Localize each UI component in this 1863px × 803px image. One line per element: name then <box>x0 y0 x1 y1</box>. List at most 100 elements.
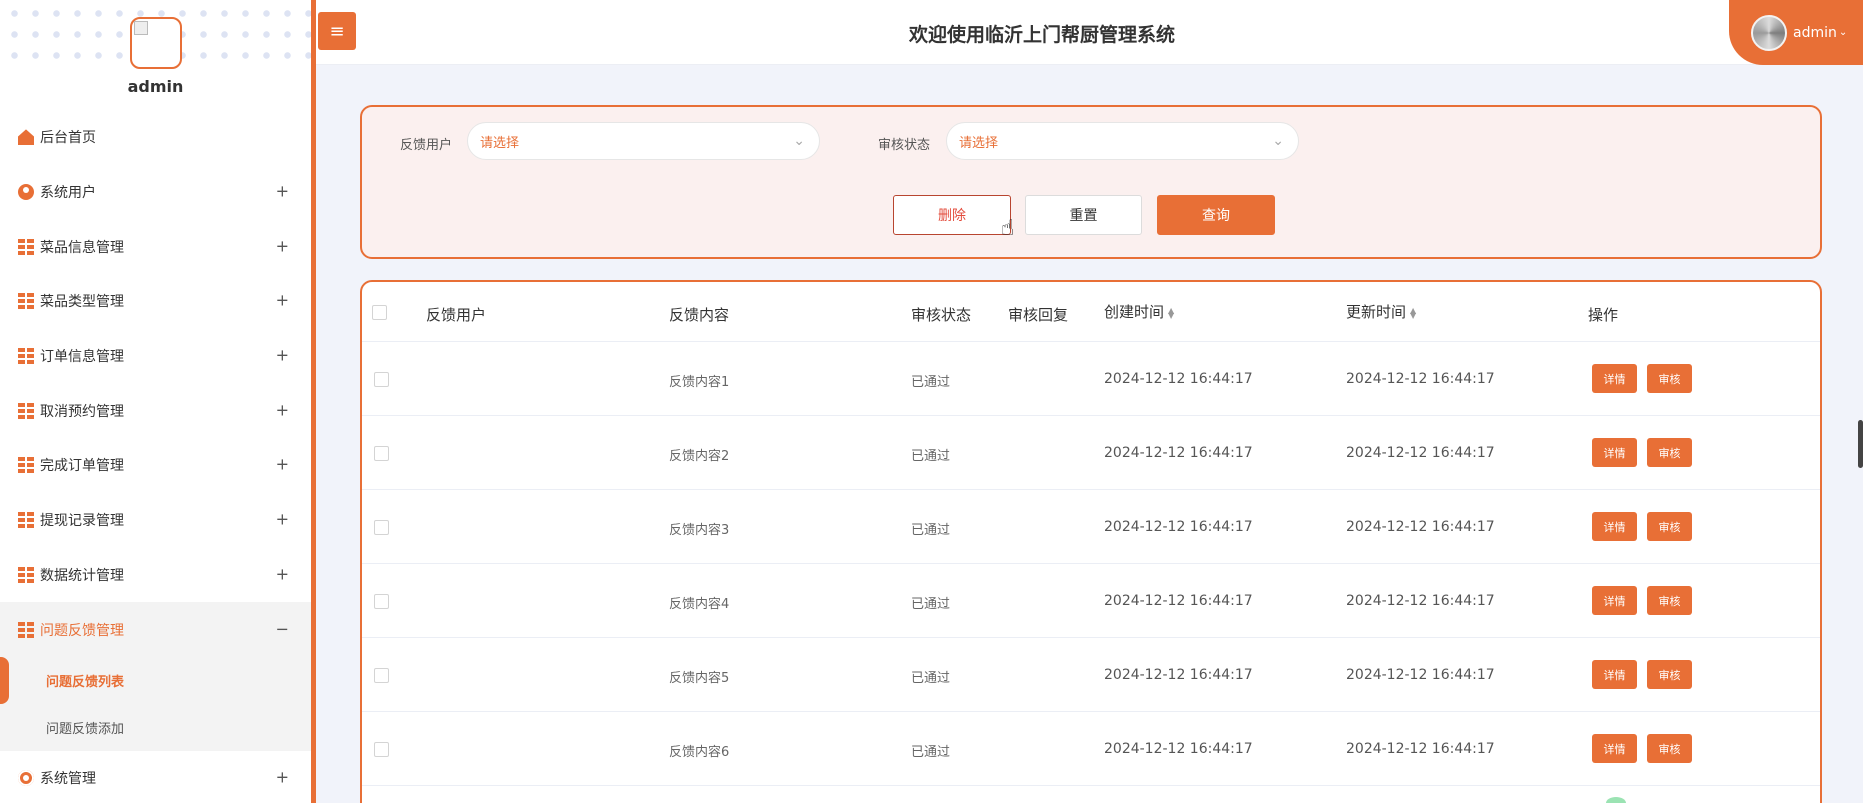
sidebar-submenu-feedback: 问题反馈列表 问题反馈添加 <box>0 656 311 751</box>
sidebar-item-label: 提现记录管理 <box>40 513 124 530</box>
table-row: 反馈内容3 已通过 2024-12-12 16:44:17 2024-12-12… <box>362 490 1820 564</box>
sort-icon[interactable]: ▲ ▼ <box>1410 306 1416 319</box>
table-row: 反馈内容2 已通过 2024-12-12 16:44:17 2024-12-12… <box>362 416 1820 490</box>
grid-icon <box>18 402 34 419</box>
expand-plus-icon[interactable]: + <box>276 510 289 529</box>
grid-icon <box>18 238 34 255</box>
page-scrollbar[interactable] <box>1858 420 1863 468</box>
delete-button[interactable]: 删除 <box>893 195 1011 235</box>
search-panel: 反馈用户 请选择 ⌄ 审核状态 请选择 ⌄ 删除 重置 查询 <box>360 105 1822 259</box>
cell-content: 反馈内容1 <box>669 375 730 390</box>
chevron-down-icon: ⌄ <box>793 133 805 149</box>
detail-button[interactable]: 详情 <box>1592 438 1637 467</box>
sidebar-item-completed-orders[interactable]: 完成订单管理 + <box>0 438 311 493</box>
detail-button[interactable]: 详情 <box>1592 734 1637 763</box>
feedback-user-label: 反馈用户 <box>400 138 453 153</box>
audit-button[interactable]: 审核 <box>1647 660 1692 689</box>
row-checkbox[interactable] <box>374 520 389 535</box>
cell-status: 已通过 <box>911 375 951 390</box>
cell-updated: 2024-12-12 16:44:17 <box>1346 371 1495 387</box>
sidebar-subitem-feedback-list[interactable]: 问题反馈列表 <box>0 656 311 704</box>
sort-icon[interactable]: ▲ ▼ <box>1168 306 1174 319</box>
sidebar-item-statistics[interactable]: 数据统计管理 + <box>0 548 311 603</box>
sidebar-item-label: 问题反馈管理 <box>40 622 124 639</box>
sidebar-username: admin <box>127 77 184 96</box>
select-all-checkbox[interactable] <box>372 305 387 320</box>
sidebar-item-system-admin[interactable]: 系统管理 + <box>0 751 311 803</box>
row-checkbox[interactable] <box>374 372 389 387</box>
column-header-user: 反馈用户 <box>426 306 487 324</box>
collapse-minus-icon[interactable]: − <box>276 619 289 638</box>
expand-plus-icon[interactable]: + <box>276 236 289 255</box>
expand-plus-icon[interactable]: + <box>276 768 289 787</box>
user-menu[interactable]: admin ⌄ <box>1729 0 1863 65</box>
audit-button[interactable]: 审核 <box>1647 586 1692 615</box>
avatar <box>1751 14 1787 51</box>
expand-plus-icon[interactable]: + <box>276 182 289 201</box>
cell-content: 反馈内容6 <box>669 745 730 760</box>
reset-button[interactable]: 重置 <box>1025 195 1142 235</box>
sidebar-item-feedback[interactable]: 问题反馈管理 − <box>0 602 311 657</box>
grid-icon <box>18 512 34 529</box>
audit-status-select[interactable]: 请选择 ⌄ <box>946 122 1299 160</box>
column-header-updated-label: 更新时间 <box>1346 303 1407 321</box>
sidebar-item-label: 系统管理 <box>40 771 96 788</box>
sidebar-item-dish-info[interactable]: 菜品信息管理 + <box>0 219 311 274</box>
feedback-user-select[interactable]: 请选择 ⌄ <box>467 122 820 160</box>
cell-updated: 2024-12-12 16:44:17 <box>1346 667 1495 683</box>
column-header-reply: 审核回复 <box>1008 306 1069 324</box>
audit-button[interactable]: 审核 <box>1647 512 1692 541</box>
expand-plus-icon[interactable]: + <box>276 455 289 474</box>
cell-status: 已通过 <box>911 523 951 538</box>
grid-icon <box>18 566 34 583</box>
sidebar-item-label: 数据统计管理 <box>40 567 124 584</box>
sidebar-item-label: 菜品类型管理 <box>40 294 124 311</box>
expand-plus-icon[interactable]: + <box>276 346 289 365</box>
query-button[interactable]: 查询 <box>1157 195 1275 235</box>
audit-status-placeholder: 请选择 <box>959 135 999 151</box>
sidebar-item-withdrawals[interactable]: 提现记录管理 + <box>0 493 311 548</box>
broken-image-icon <box>134 21 148 35</box>
sidebar-item-dish-type[interactable]: 菜品类型管理 + <box>0 274 311 329</box>
column-header-status: 审核状态 <box>911 306 972 324</box>
detail-button[interactable]: 详情 <box>1592 660 1637 689</box>
grid-icon <box>18 293 34 310</box>
sidebar-item-home[interactable]: 后台首页 <box>0 110 311 165</box>
row-checkbox[interactable] <box>374 594 389 609</box>
sidebar-item-order-info[interactable]: 订单信息管理 + <box>0 329 311 384</box>
cell-created: 2024-12-12 16:44:17 <box>1104 445 1253 461</box>
cell-content: 反馈内容2 <box>669 449 730 464</box>
sidebar-item-label: 完成订单管理 <box>40 458 124 475</box>
page-title: 欢迎使用临沂上门帮厨管理系统 <box>908 24 1175 46</box>
sidebar-item-cancel-booking[interactable]: 取消预约管理 + <box>0 383 311 438</box>
expand-plus-icon[interactable]: + <box>276 564 289 583</box>
sidebar-subitem-feedback-add[interactable]: 问题反馈添加 <box>0 704 311 751</box>
expand-plus-icon[interactable]: + <box>276 291 289 310</box>
column-header-content: 反馈内容 <box>669 306 730 324</box>
top-header: ≡ 欢迎使用临沂上门帮厨管理系统 admin ⌄ <box>316 0 1863 65</box>
green-status-icon <box>1606 797 1626 803</box>
expand-plus-icon[interactable]: + <box>276 400 289 419</box>
detail-button[interactable]: 详情 <box>1592 364 1637 393</box>
detail-button[interactable]: 详情 <box>1592 512 1637 541</box>
gear-icon <box>18 770 34 787</box>
audit-button[interactable]: 审核 <box>1647 364 1692 393</box>
home-icon <box>18 129 34 146</box>
cell-updated: 2024-12-12 16:44:17 <box>1346 593 1495 609</box>
row-checkbox[interactable] <box>374 446 389 461</box>
sidebar-menu: 后台首页 系统用户 + 菜品信息管理 + 菜品类型管理 + 订单信息管理 + 取… <box>0 110 311 803</box>
row-checkbox[interactable] <box>374 668 389 683</box>
column-header-updated[interactable]: 更新时间 ▲ ▼ <box>1346 301 1416 322</box>
cell-status: 已通过 <box>911 597 951 612</box>
table-header: 反馈用户 反馈内容 审核状态 审核回复 创建时间 ▲ ▼ 更新时间 ▲ ▼ 操作 <box>362 282 1820 342</box>
cell-created: 2024-12-12 16:44:17 <box>1104 741 1253 757</box>
sidebar-item-label: 后台首页 <box>40 130 96 147</box>
audit-button[interactable]: 审核 <box>1647 438 1692 467</box>
row-checkbox[interactable] <box>374 742 389 757</box>
sidebar-item-system-users[interactable]: 系统用户 + <box>0 165 311 220</box>
cell-updated: 2024-12-12 16:44:17 <box>1346 519 1495 535</box>
cell-created: 2024-12-12 16:44:17 <box>1104 519 1253 535</box>
column-header-created[interactable]: 创建时间 ▲ ▼ <box>1104 301 1174 322</box>
audit-button[interactable]: 审核 <box>1647 734 1692 763</box>
detail-button[interactable]: 详情 <box>1592 586 1637 615</box>
